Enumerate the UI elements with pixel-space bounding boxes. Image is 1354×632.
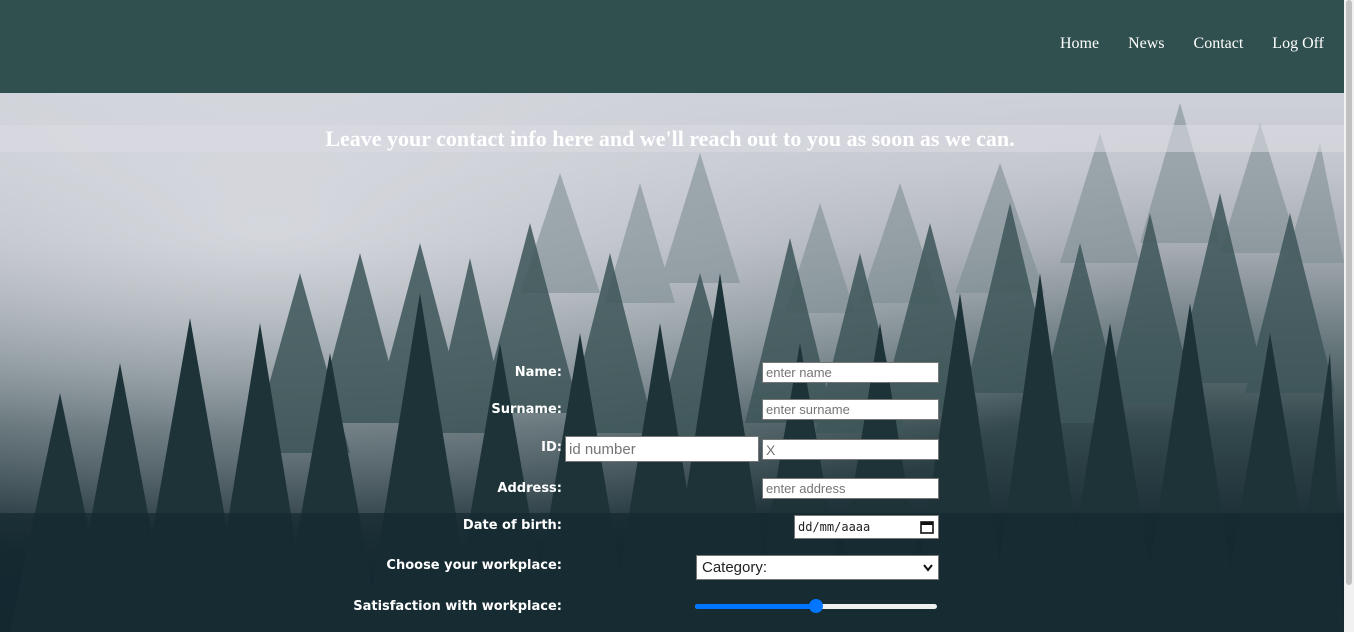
nav-contact-link[interactable]: Contact [1194, 34, 1244, 54]
nav-news-link[interactable]: News [1128, 34, 1164, 54]
workplace-select[interactable]: Category: [696, 555, 939, 580]
address-input[interactable] [762, 478, 939, 499]
scrollbar-thumb[interactable] [1346, 0, 1352, 585]
hero-background: Leave your contact info here and we'll r… [0, 93, 1344, 632]
name-input[interactable] [762, 362, 939, 383]
id-suffix-input[interactable] [762, 439, 939, 460]
id-number-input[interactable] [565, 436, 759, 462]
forest-image [0, 103, 1344, 632]
surname-label: Surname: [491, 402, 562, 417]
dob-date-input[interactable]: dd/mm/aaaa [794, 515, 939, 539]
address-label: Address: [497, 481, 562, 496]
satisfaction-label: Satisfaction with workplace: [353, 599, 562, 614]
id-label: ID: [541, 440, 562, 455]
dob-placeholder: dd/mm/aaaa [798, 520, 871, 534]
calendar-icon[interactable] [920, 520, 934, 534]
nav-logoff-link[interactable]: Log Off [1272, 34, 1324, 54]
slider-fill [695, 604, 816, 609]
name-label: Name: [514, 365, 562, 380]
workplace-label: Choose your workplace: [386, 558, 562, 573]
page-scrollbar[interactable] [1344, 0, 1354, 632]
nav-links: Home News Contact Log Off [1031, 34, 1324, 54]
satisfaction-slider[interactable] [695, 599, 937, 613]
dob-label: Date of birth: [462, 518, 562, 533]
page-headline: Leave your contact info here and we'll r… [325, 126, 1015, 151]
surname-input[interactable] [762, 399, 939, 420]
chevron-down-icon [923, 564, 933, 572]
workplace-selected: Category: [702, 559, 768, 576]
slider-thumb[interactable] [809, 599, 823, 613]
top-navbar: Home News Contact Log Off [0, 0, 1344, 93]
nav-home-link[interactable]: Home [1060, 34, 1099, 54]
